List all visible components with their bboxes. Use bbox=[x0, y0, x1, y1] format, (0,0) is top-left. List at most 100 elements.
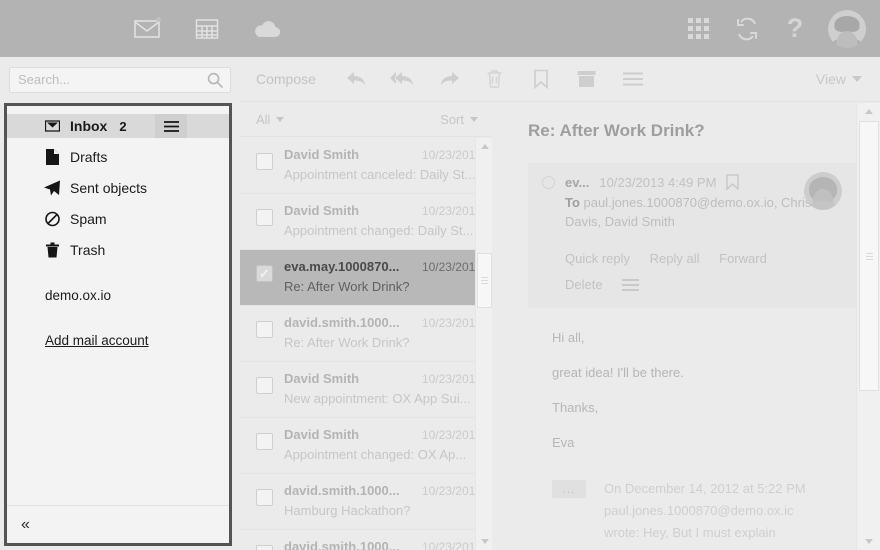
mail-date: 10/23/2013 bbox=[421, 204, 482, 218]
mail-body: Hi all, great idea! I'll be there. Thank… bbox=[528, 308, 856, 450]
reply-all-button[interactable]: Reply all bbox=[650, 251, 700, 266]
sender-avatar[interactable] bbox=[804, 172, 842, 210]
row-checkbox[interactable] bbox=[256, 489, 273, 506]
mail-detail-pane: Re: After Work Drink? ev... 10/23/2013 4… bbox=[516, 103, 856, 550]
search-icon[interactable] bbox=[207, 72, 230, 88]
scroll-up-arrow[interactable] bbox=[857, 103, 880, 120]
table-row[interactable]: david.smith.1000... 10/23/2013 bbox=[240, 530, 492, 550]
help-icon[interactable]: ? bbox=[780, 14, 810, 44]
delete-button[interactable]: Delete bbox=[565, 277, 603, 292]
trash-icon bbox=[44, 242, 60, 258]
row-checkbox[interactable] bbox=[256, 433, 273, 450]
mail-app-icon[interactable] bbox=[130, 12, 164, 46]
table-row[interactable]: David Smith 10/23/2013 Appointment cance… bbox=[240, 138, 492, 194]
table-row[interactable]: david.smith.1000... 10/23/2013 Hamburg H… bbox=[240, 474, 492, 530]
more-menu-icon[interactable] bbox=[610, 57, 656, 102]
detail-recipients-row: To paul.jones.1000870@demo.ox.io, Chris … bbox=[542, 194, 844, 232]
pane-gutter bbox=[492, 103, 516, 550]
sidebar-item-inbox[interactable]: Inbox 2 bbox=[7, 114, 229, 138]
reply-all-icon[interactable] bbox=[380, 57, 426, 102]
app-grid-icon[interactable] bbox=[684, 14, 714, 44]
triangle-up-icon bbox=[865, 109, 873, 114]
quick-reply-button[interactable]: Quick reply bbox=[565, 251, 630, 266]
app-switcher-icons bbox=[130, 0, 284, 57]
sort-dropdown[interactable]: Sort bbox=[440, 112, 478, 127]
sidebar-item-spam[interactable]: Spam bbox=[7, 207, 229, 231]
sidebar-item-trash[interactable]: Trash bbox=[7, 238, 229, 262]
archive-icon[interactable] bbox=[564, 57, 610, 102]
mail-header-card: ev... 10/23/2013 4:49 PM To paul.jones.1… bbox=[528, 163, 856, 308]
expand-quote-button[interactable]: ... bbox=[552, 479, 586, 498]
quoted-text: On December 14, 2012 at 5:22 PM paul.jon… bbox=[604, 480, 806, 540]
scrollbar-thumb[interactable] bbox=[477, 253, 492, 308]
mail-date: 10/23/2013 bbox=[421, 372, 482, 386]
scroll-down-arrow[interactable] bbox=[476, 533, 493, 550]
mail-header-row: ev... 10/23/2013 4:49 PM bbox=[542, 174, 844, 190]
detail-datetime: 10/23/2013 4:49 PM bbox=[599, 174, 717, 190]
folder-list: Inbox 2 Drafts Sent objects Spam Trash bbox=[7, 114, 229, 262]
add-mail-account-link[interactable]: Add mail account bbox=[7, 303, 229, 348]
mail-subject: New appointment: OX App Sui... bbox=[284, 391, 471, 406]
sidebar-item-drafts[interactable]: Drafts bbox=[7, 145, 229, 169]
table-row[interactable]: David Smith 10/23/2013 Appointment chang… bbox=[240, 418, 492, 474]
triangle-up-icon bbox=[480, 144, 489, 149]
detail-more-menu-icon[interactable] bbox=[622, 279, 640, 292]
view-dropdown[interactable]: View bbox=[816, 71, 880, 87]
quoted-text-block: ... On December 14, 2012 at 5:22 PM paul… bbox=[528, 470, 856, 544]
mail-date: 10/23/2013 bbox=[421, 260, 482, 274]
inbox-unread-count: 2 bbox=[119, 118, 127, 134]
detail-sender: ev... bbox=[565, 174, 590, 190]
drive-app-icon[interactable] bbox=[250, 12, 284, 46]
row-checkbox[interactable] bbox=[256, 545, 273, 550]
scroll-up-arrow[interactable] bbox=[476, 138, 493, 155]
mail-sender: eva.may.1000870... bbox=[284, 259, 400, 274]
user-avatar[interactable] bbox=[828, 9, 866, 48]
flag-icon[interactable] bbox=[518, 57, 564, 102]
filter-all-dropdown[interactable]: All bbox=[256, 112, 285, 127]
table-row[interactable]: David Smith 10/23/2013 New appointment: … bbox=[240, 362, 492, 418]
reply-icon[interactable] bbox=[334, 57, 380, 102]
table-row-selected[interactable]: ✓ eva.may.1000870... 10/23/2013 Re: Afte… bbox=[240, 250, 492, 306]
delete-icon[interactable] bbox=[472, 57, 518, 102]
mail-list-scrollbar[interactable] bbox=[475, 138, 492, 550]
triangle-down-icon bbox=[480, 539, 489, 544]
row-checkbox[interactable] bbox=[256, 377, 273, 394]
body-line: great idea! I'll be there. bbox=[552, 364, 684, 380]
help-glyph: ? bbox=[786, 13, 804, 43]
checkmark-icon: ✓ bbox=[259, 266, 270, 281]
unread-toggle-icon[interactable] bbox=[542, 175, 555, 189]
bookmark-icon[interactable] bbox=[726, 174, 740, 190]
table-row[interactable]: david.smith.1000... 10/23/2013 Re: After… bbox=[240, 306, 492, 362]
mail-sender: david.smith.1000... bbox=[284, 483, 400, 498]
sent-icon bbox=[44, 180, 60, 196]
scroll-down-arrow[interactable] bbox=[857, 533, 880, 550]
to-label: To bbox=[565, 195, 580, 210]
sidebar-item-sent[interactable]: Sent objects bbox=[7, 176, 229, 200]
row-checkbox[interactable] bbox=[256, 209, 273, 226]
avatar-body bbox=[808, 201, 838, 210]
row-checkbox-checked[interactable]: ✓ bbox=[256, 265, 273, 282]
refresh-icon[interactable] bbox=[732, 14, 762, 44]
mail-sender: David Smith bbox=[284, 427, 360, 442]
page-title: Re: After Work Drink? bbox=[528, 121, 705, 140]
forward-button[interactable]: Forward bbox=[719, 251, 767, 266]
table-row[interactable]: David Smith 10/23/2013 Appointment chang… bbox=[240, 194, 492, 250]
folder-menu-icon[interactable] bbox=[155, 114, 187, 138]
calendar-app-icon[interactable] bbox=[190, 12, 224, 46]
scrollbar-thumb[interactable] bbox=[859, 121, 879, 391]
mail-date: 10/23/2013 bbox=[421, 316, 482, 330]
compose-button[interactable]: Compose bbox=[240, 71, 334, 87]
detail-scrollbar[interactable] bbox=[856, 103, 880, 550]
forward-icon[interactable] bbox=[426, 57, 472, 102]
mail-date: 10/23/2013 bbox=[421, 540, 482, 550]
collapse-sidebar-button[interactable]: « bbox=[7, 505, 229, 543]
row-checkbox[interactable] bbox=[256, 321, 273, 338]
account-label[interactable]: demo.ox.io bbox=[7, 262, 229, 303]
mail-subject: Re: After Work Drink? bbox=[284, 335, 410, 350]
mail-date: 10/23/2013 bbox=[421, 148, 482, 162]
mail-list[interactable]: David Smith 10/23/2013 Appointment cance… bbox=[240, 138, 492, 550]
mail-sender: David Smith bbox=[284, 147, 360, 162]
filter-label: All bbox=[256, 112, 271, 127]
search-input[interactable]: Search... bbox=[9, 66, 231, 93]
row-checkbox[interactable] bbox=[256, 153, 273, 170]
